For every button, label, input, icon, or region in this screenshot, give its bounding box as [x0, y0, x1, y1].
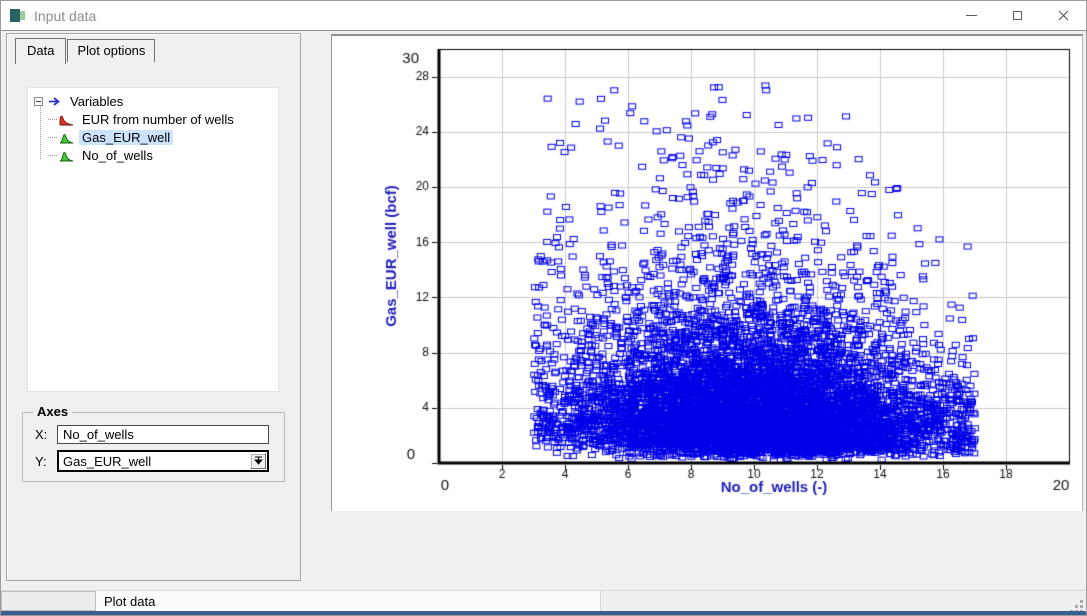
- distribution-curve-green-icon: [59, 149, 74, 162]
- data-panel: Data Plot options Variables: [6, 33, 301, 581]
- variables-tree: Variables EUR from number of wells Gas_E…: [27, 87, 279, 392]
- tree-item-gas-eur-well[interactable]: Gas_EUR_well: [34, 128, 278, 146]
- maximize-button[interactable]: [994, 1, 1040, 30]
- tree-item-eur-from-number-of-wells[interactable]: EUR from number of wells: [34, 110, 278, 128]
- tree-item-no-of-wells[interactable]: No_of_wells: [34, 146, 278, 164]
- tab-plot-options[interactable]: Plot options: [67, 39, 155, 62]
- close-icon: [1058, 10, 1069, 21]
- distribution-curve-green-icon: [59, 131, 74, 144]
- status-cell-empty: [1, 591, 96, 611]
- input-data-window: Input data Data Plot options Varia: [0, 0, 1087, 616]
- distribution-curve-red-icon: [59, 113, 74, 126]
- axes-groupbox-title: Axes: [33, 404, 72, 419]
- tree-connector-line: [40, 105, 41, 159]
- x-axis-input[interactable]: [57, 425, 269, 444]
- window-title: Input data: [34, 8, 96, 24]
- status-text: Plot data: [96, 591, 601, 611]
- y-axis-combo[interactable]: Gas_EUR_well: [57, 450, 269, 472]
- tab-data[interactable]: Data: [15, 38, 66, 64]
- dropdown-arrow-icon[interactable]: [250, 453, 266, 469]
- collapse-icon[interactable]: [34, 97, 43, 106]
- minimize-icon: [966, 15, 977, 16]
- window-bottom-edge: [1, 611, 1086, 615]
- title-bar: Input data: [1, 1, 1086, 31]
- x-axis-label: X:: [35, 427, 57, 442]
- axes-groupbox: Axes X: Y: Gas_EUR_well: [22, 412, 285, 482]
- tab-strip: Data Plot options: [15, 38, 156, 62]
- scatter-chart: [332, 36, 1082, 511]
- close-button[interactable]: [1040, 1, 1086, 30]
- tree-node-label[interactable]: Variables: [67, 94, 126, 109]
- tree-item-label[interactable]: No_of_wells: [79, 148, 156, 163]
- status-cell-right: [601, 591, 1086, 611]
- tree-node-variables[interactable]: Variables: [34, 92, 278, 110]
- y-axis-combo-value: Gas_EUR_well: [63, 454, 151, 469]
- app-icon: [10, 9, 26, 22]
- plot-panel: [331, 34, 1083, 511]
- minimize-button[interactable]: [948, 1, 994, 30]
- y-axis-label: Y:: [35, 454, 57, 469]
- tree-item-label[interactable]: EUR from number of wells: [79, 112, 237, 127]
- blue-arrow-icon: [47, 95, 62, 108]
- status-bar: Plot data: [1, 590, 1086, 611]
- tree-item-label-selected[interactable]: Gas_EUR_well: [79, 130, 173, 145]
- maximize-icon: [1013, 11, 1022, 20]
